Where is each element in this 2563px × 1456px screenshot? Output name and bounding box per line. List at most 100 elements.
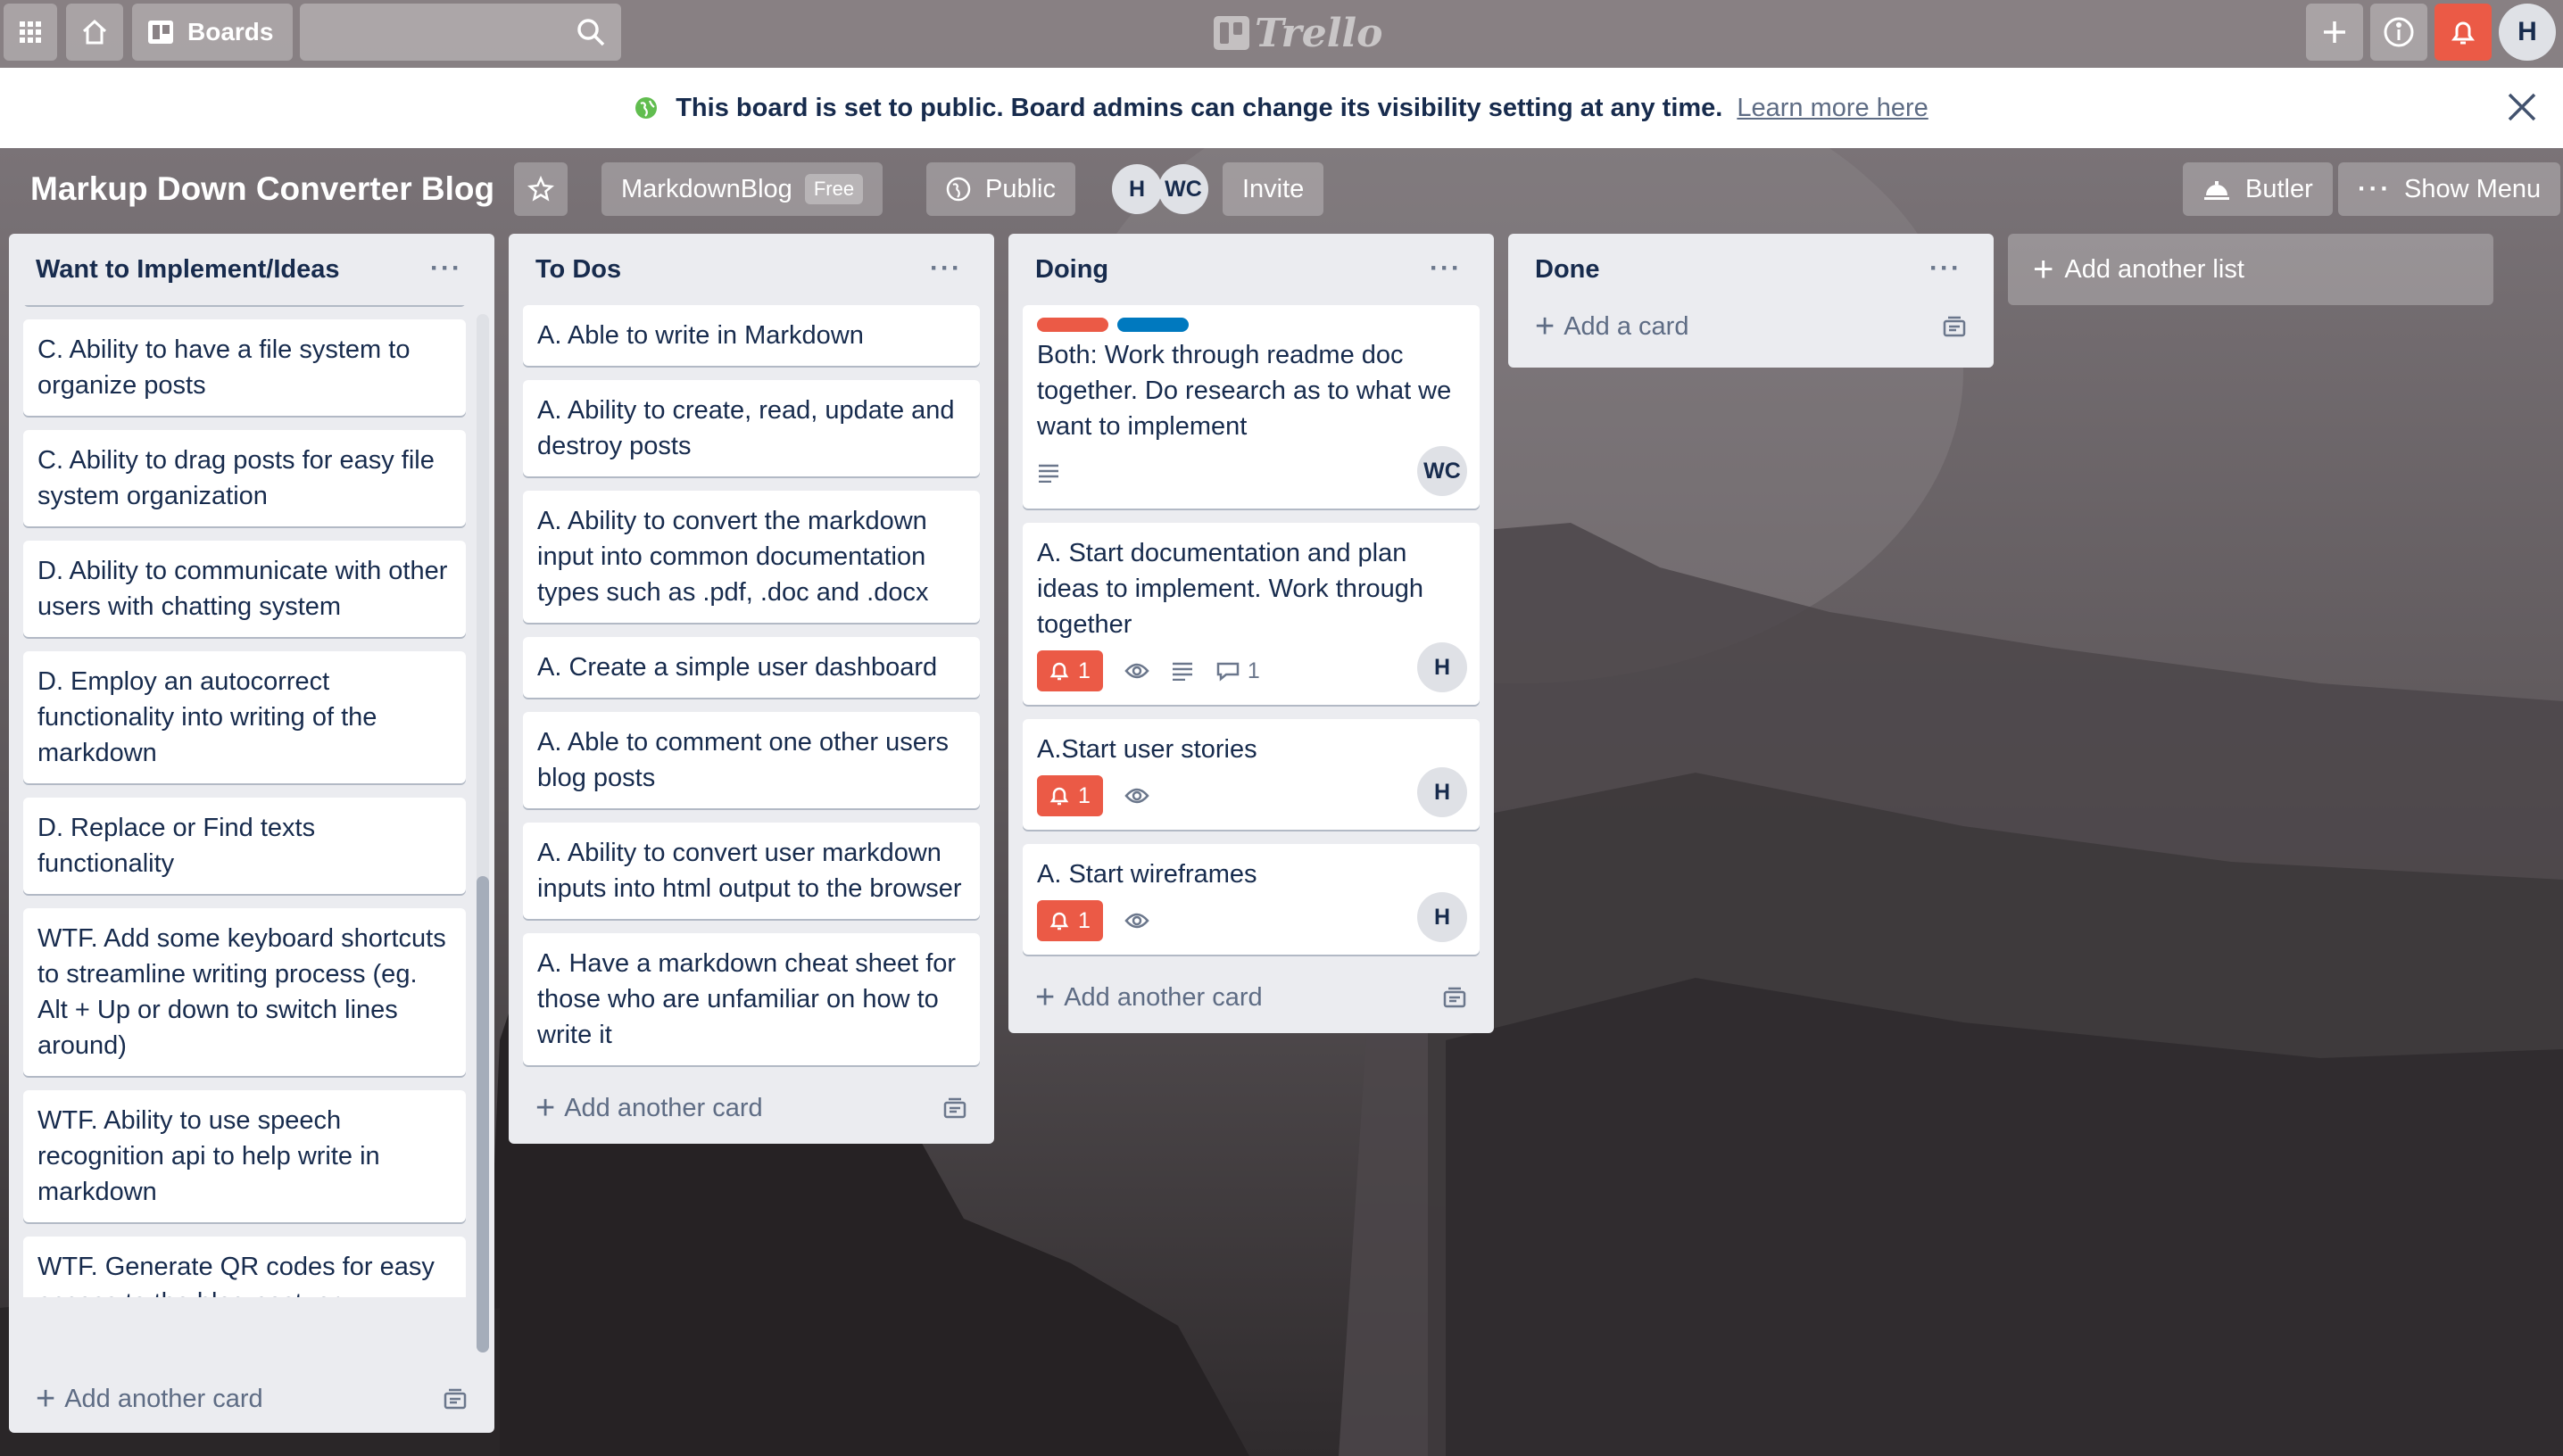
card-title: A. Ability to create, read, update and d…	[537, 396, 955, 460]
card-member-avatar[interactable]: WC	[1417, 446, 1467, 496]
list-card[interactable]: A. Ability to convert user markdown inpu…	[523, 823, 980, 919]
card-template-icon[interactable]	[443, 1388, 468, 1411]
list-card[interactable]: A. Able to comment one other users blog …	[523, 712, 980, 808]
search-icon[interactable]	[575, 16, 607, 48]
card-template-icon[interactable]	[942, 1097, 967, 1121]
list-card[interactable]: A. Start documentation and plan ideas to…	[1023, 523, 1480, 705]
trello-logo[interactable]: Trello	[1214, 11, 1383, 56]
card-member-avatar[interactable]: H	[1417, 892, 1467, 942]
show-menu-button[interactable]: ··· Show Menu	[2338, 162, 2561, 216]
due-badge[interactable]: 1	[1037, 650, 1103, 691]
list-menu-icon[interactable]: ···	[430, 253, 462, 284]
team-button[interactable]: MarkdownBlog Free	[601, 162, 883, 216]
butler-button[interactable]: Butler	[2183, 162, 2333, 216]
list-card[interactable]: D. Ability to communicate with other use…	[23, 541, 466, 637]
add-card-button[interactable]: + Add a card	[1522, 298, 1979, 355]
card-title: C. Ability to have a file system to orga…	[37, 335, 411, 400]
list-title[interactable]: Want to Implement/Ideas	[36, 255, 340, 285]
list-card[interactable]: C. Ability to have a file system to orga…	[23, 319, 466, 416]
comment-count: 1	[1247, 658, 1260, 683]
add-list-button[interactable]: + Add another list	[2008, 234, 2493, 305]
plus-icon: +	[36, 1380, 56, 1418]
list-card[interactable]: C. Ability to drag posts for easy file s…	[23, 430, 466, 526]
card-member-avatar[interactable]: H	[1417, 767, 1467, 817]
list-card[interactable]: Both: Work through readme doc together. …	[1023, 305, 1480, 509]
plus-icon: +	[535, 1089, 556, 1127]
add-card-label: Add a card	[1564, 311, 1689, 341]
search-box[interactable]	[300, 4, 621, 61]
list-menu-icon[interactable]: ···	[1430, 253, 1462, 284]
info-button[interactable]	[2370, 4, 2427, 61]
member-avatar-h[interactable]: H	[1112, 164, 1162, 214]
list-card[interactable]: WTF. Add some keyboard shortcuts to stre…	[23, 908, 466, 1076]
list-title[interactable]: Done	[1535, 255, 1600, 285]
invite-button[interactable]: Invite	[1223, 162, 1324, 216]
create-button[interactable]	[2306, 4, 2363, 61]
list-card[interactable]: A. Able to write in Markdown	[523, 305, 980, 366]
card-member-avatar[interactable]: H	[1417, 642, 1467, 692]
user-avatar[interactable]: H	[2499, 4, 2556, 61]
globe-icon	[946, 177, 971, 202]
member-avatar-wc[interactable]: WC	[1158, 164, 1208, 214]
card-template-icon[interactable]	[1442, 987, 1467, 1010]
list-card[interactable]: D. Replace or Find texts functionality	[23, 798, 466, 894]
apps-grid-button[interactable]	[4, 4, 57, 61]
due-badge[interactable]: 1	[1037, 900, 1103, 941]
list-scrollbar[interactable]	[477, 314, 489, 1353]
apps-grid-icon	[20, 21, 41, 43]
board-title[interactable]: Markup Down Converter Blog	[30, 162, 494, 216]
list-card[interactable]: A.Start user stories 1 H	[1023, 719, 1480, 830]
boards-button[interactable]: Boards	[132, 4, 293, 61]
add-card-button[interactable]: + Add another card	[1023, 969, 1480, 1026]
card-template-icon[interactable]	[1942, 316, 1967, 339]
banner-message: This board is set to public. Board admin…	[676, 93, 1723, 122]
card-labels	[1037, 318, 1465, 332]
bell-icon	[2451, 21, 2475, 45]
list-card[interactable]: WTF. Generate QR codes for easy access t…	[23, 1237, 466, 1297]
notifications-button[interactable]	[2434, 4, 2492, 61]
list-title[interactable]: To Dos	[535, 255, 621, 285]
list-title[interactable]: Doing	[1035, 255, 1108, 285]
close-icon[interactable]	[2506, 91, 2538, 123]
list-card[interactable]: A. Have a markdown cheat sheet for those…	[523, 933, 980, 1065]
blue-label	[1117, 318, 1189, 332]
add-card-button[interactable]: + Add another card	[23, 1370, 480, 1427]
info-icon	[2384, 17, 2414, 47]
card-badges: 1	[1037, 899, 1465, 942]
card-title: A. Start documentation and plan ideas to…	[1037, 539, 1424, 639]
card-title: A. Able to write in Markdown	[537, 321, 864, 350]
list-header[interactable]: Doing ···	[1023, 234, 1480, 305]
list-cards: C. Ability to have a file system to orga…	[23, 305, 469, 1297]
list-card[interactable]: A. Ability to convert the markdown input…	[523, 491, 980, 623]
star-board-button[interactable]	[514, 162, 568, 216]
scrollbar-thumb[interactable]	[477, 876, 489, 1353]
add-card-label: Add another card	[564, 1093, 763, 1122]
add-card-button[interactable]: + Add another card	[523, 1080, 980, 1137]
list-header[interactable]: To Dos ···	[523, 234, 980, 305]
list-menu-icon[interactable]: ···	[1929, 253, 1962, 284]
butler-label: Butler	[2245, 174, 2313, 203]
list-header[interactable]: Want to Implement/Ideas ···	[23, 234, 480, 305]
list-doing: Doing ··· Both: Work through readme doc …	[1008, 234, 1494, 1033]
learn-more-link[interactable]: Learn more here	[1737, 94, 1928, 123]
plus-icon: +	[2033, 249, 2054, 289]
comment-badge: 1	[1215, 653, 1260, 689]
trello-logo-icon	[1214, 16, 1249, 50]
star-icon	[527, 176, 554, 202]
due-badge[interactable]: 1	[1037, 775, 1103, 816]
list-menu-icon[interactable]: ···	[930, 253, 962, 284]
list-card[interactable]: WTF. Ability to use speech recognition a…	[23, 1090, 466, 1222]
list-header[interactable]: Done ···	[1522, 234, 1979, 305]
list-card[interactable]: A. Start wireframes 1 H	[1023, 844, 1480, 955]
list-card[interactable]: A. Ability to create, read, update and d…	[523, 380, 980, 476]
home-button[interactable]	[66, 4, 123, 61]
list-done: Done ··· + Add a card	[1508, 234, 1994, 368]
visibility-button[interactable]: Public	[926, 162, 1075, 216]
card-title: D. Employ an autocorrect functionality i…	[37, 667, 377, 767]
search-input[interactable]	[300, 4, 621, 61]
visibility-label: Public	[985, 174, 1056, 203]
list-card[interactable]: D. Employ an autocorrect functionality i…	[23, 651, 466, 783]
bell-icon	[1049, 912, 1069, 931]
home-icon	[82, 19, 107, 45]
list-card[interactable]: A. Create a simple user dashboard	[523, 637, 980, 698]
